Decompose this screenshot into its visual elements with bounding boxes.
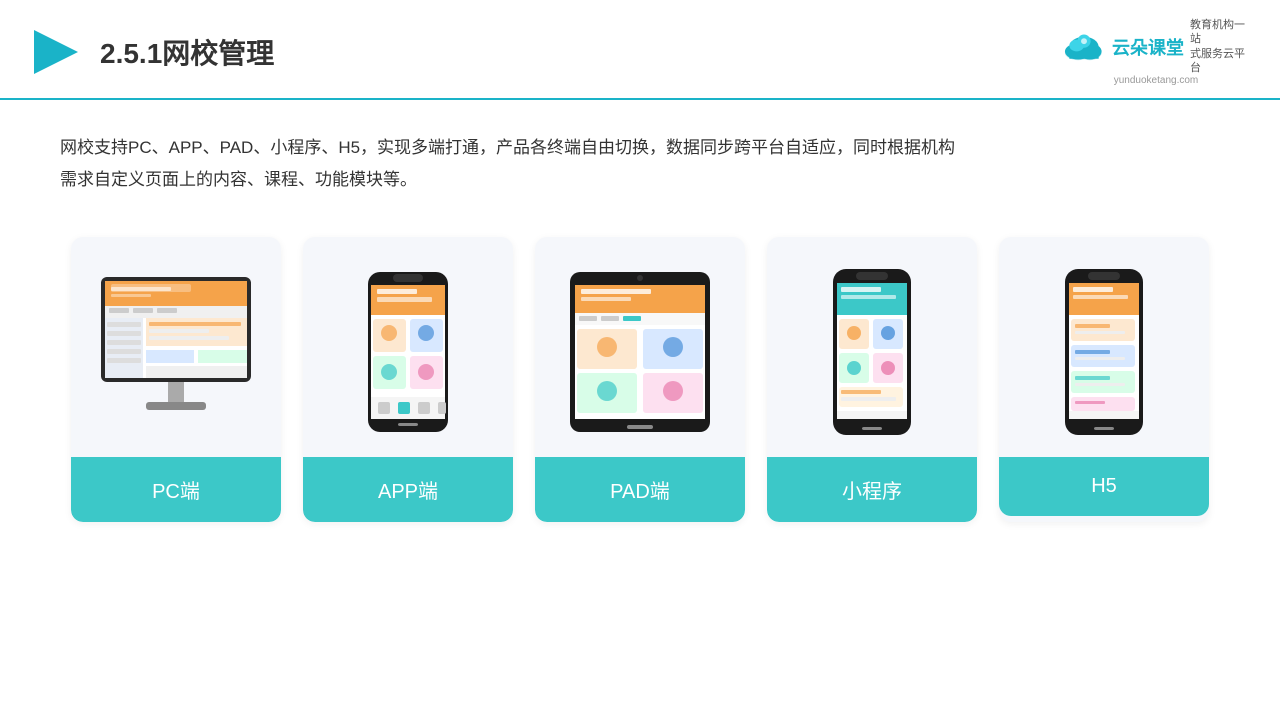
card-h5-image (999, 237, 1209, 457)
card-pad: PAD端 (535, 237, 745, 522)
h5-device-icon (1060, 267, 1148, 437)
card-app: APP端 (303, 237, 513, 522)
logo-tagline-line2: 式服务云平台 (1190, 47, 1250, 76)
card-pc-label: PC端 (71, 457, 281, 522)
description-text: 网校支持PC、APP、PAD、小程序、H5，实现多端打通，产品各终端自由切换，数… (60, 132, 1220, 197)
play-icon (30, 26, 82, 78)
miniprogram-device-icon (828, 267, 916, 437)
card-miniprogram: 小程序 (767, 237, 977, 522)
card-miniprogram-image (767, 237, 977, 457)
page-title: 2.5.1网校管理 (100, 32, 274, 72)
card-miniprogram-label: 小程序 (767, 457, 977, 522)
logo-cloud: 云朵课堂 教育机构一站 式服务云平台 (1062, 18, 1250, 75)
header-left: 2.5.1网校管理 (30, 26, 274, 78)
logo-area: 云朵课堂 教育机构一站 式服务云平台 yunduoketang.com (1062, 18, 1250, 86)
card-h5-label: H5 (999, 457, 1209, 516)
card-h5: H5 (999, 237, 1209, 522)
app-device-icon (363, 267, 453, 437)
card-pad-label: PAD端 (535, 457, 745, 522)
card-pc-image (71, 237, 281, 457)
card-pc: PC端 (71, 237, 281, 522)
card-app-image (303, 237, 513, 457)
page-header: 2.5.1网校管理 云朵课堂 教育机构一站 (0, 0, 1280, 100)
description-section: 网校支持PC、APP、PAD、小程序、H5，实现多端打通，产品各终端自由切换，数… (0, 100, 1280, 217)
cloud-icon (1062, 31, 1106, 63)
logo-name: 云朵课堂 (1112, 34, 1184, 60)
logo-url: yunduoketang.com (1114, 75, 1199, 86)
card-pad-image (535, 237, 745, 457)
logo-tagline-line1: 教育机构一站 (1190, 18, 1250, 47)
pc-device-icon (91, 272, 261, 432)
pad-device-icon (565, 267, 715, 437)
card-app-label: APP端 (303, 457, 513, 522)
cards-container: PC端 (0, 217, 1280, 552)
